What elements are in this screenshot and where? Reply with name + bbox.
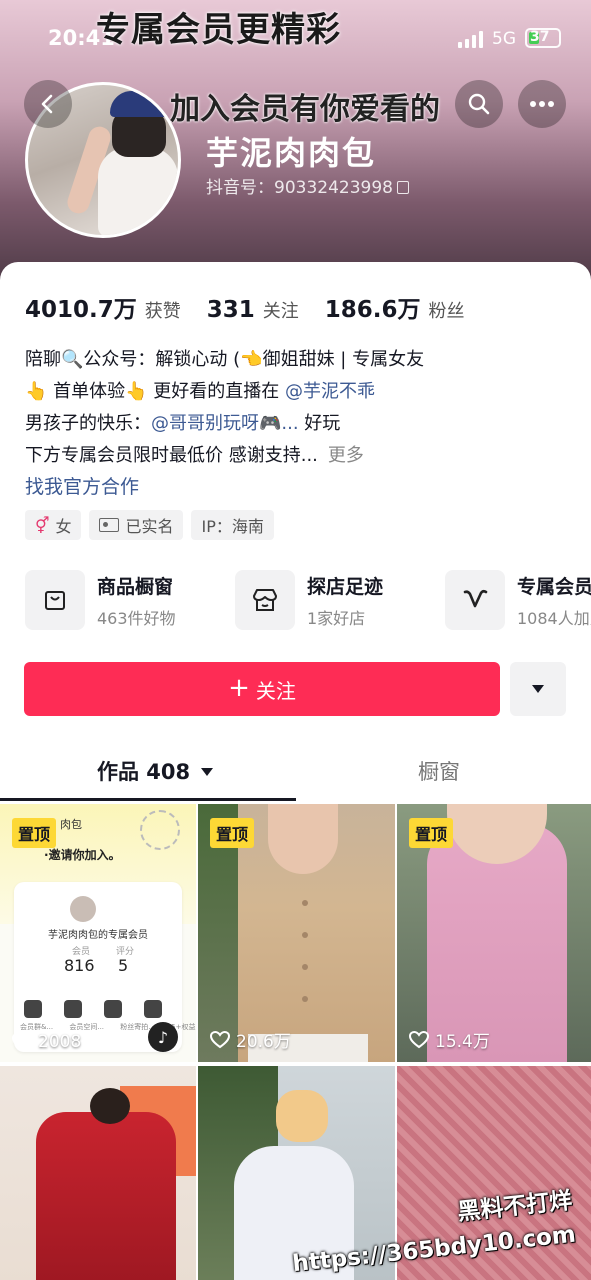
- bio-line: 下方专属会员限时最低价 感谢支持... 更多: [25, 440, 585, 472]
- search-button[interactable]: [455, 80, 503, 128]
- feature-subtitle: 1084人加入: [517, 608, 591, 628]
- video-likes: 15.4万: [409, 1027, 490, 1052]
- back-button[interactable]: [24, 80, 72, 128]
- stat-label: 关注: [262, 301, 299, 322]
- tab-works-label: 作品 408: [97, 760, 191, 784]
- battery-icon: 37: [525, 28, 561, 48]
- pinned-badge: 置顶: [12, 818, 57, 848]
- plus-icon: +: [228, 672, 250, 703]
- feature-subtitle: 1家好店: [307, 608, 366, 628]
- tag-label: 已实名: [125, 517, 174, 536]
- feature-list: 商品橱窗 463件好物 探店足迹 1家好店 专属会员 1084人加入: [25, 570, 591, 630]
- bio-line: 👆 首单体验👆 更好看的直播在 @芋泥不乖: [25, 376, 585, 408]
- tag-gender: ⚥ 女: [25, 510, 82, 540]
- feature-title: 探店足迹: [307, 575, 384, 598]
- douyin-id[interactable]: 抖音号：90332423998: [206, 173, 409, 198]
- douyin-id-text: 抖音号：90332423998: [206, 178, 393, 198]
- promo-title-overlay: 专属会员更精彩: [96, 10, 341, 50]
- network-label: 5G: [492, 29, 516, 49]
- video-likes: 2008: [12, 1032, 81, 1052]
- pinned-badge: 置顶: [409, 818, 454, 848]
- store-icon: [235, 570, 295, 630]
- stat-value: 4010.7万: [25, 297, 137, 323]
- bio-line: 陪聊🔍公众号：解锁心动 (👈御姐甜妹 | 专属女友: [25, 349, 425, 370]
- profile-nickname: 芋泥肉肉包: [206, 134, 377, 172]
- feature-title: 商品橱窗: [97, 575, 174, 598]
- card-invite: ·邀请你加入。: [44, 848, 121, 862]
- card-vip-title: 芋泥肉肉包的专属会员: [48, 930, 148, 941]
- stat-following[interactable]: 331 关注: [207, 297, 299, 323]
- video-thumbnail[interactable]: 置顶 20.6万: [198, 804, 395, 1062]
- copy-icon[interactable]: [396, 181, 409, 194]
- caret-down-icon: [532, 685, 544, 693]
- signal-icon: [458, 30, 483, 48]
- card-score: 5: [118, 956, 129, 975]
- tag-ip: IP：海南: [191, 510, 274, 540]
- card-brand: 肉包: [60, 818, 82, 831]
- promo-subtitle-overlay: 加入会员有你爱看的: [170, 92, 440, 127]
- bio-more-link[interactable]: 更多: [328, 445, 364, 466]
- more-dots-icon: [530, 101, 554, 107]
- vip-v-icon: [445, 570, 505, 630]
- profile-tabs: 作品 408 橱窗: [0, 742, 591, 802]
- follow-label: 关注: [255, 678, 296, 703]
- stat-value: 186.6万: [324, 297, 421, 323]
- stat-likes[interactable]: 4010.7万 获赞: [25, 290, 181, 324]
- video-likes-count: 2008: [38, 1032, 82, 1052]
- profile-tags: ⚥ 女 已实名 IP：海南: [25, 510, 274, 540]
- mention-link[interactable]: @芋泥不乖: [285, 381, 375, 402]
- caret-down-icon: [201, 768, 214, 776]
- tab-works[interactable]: 作品 408: [97, 756, 214, 786]
- search-icon: [468, 93, 490, 115]
- more-button[interactable]: [518, 80, 566, 128]
- bio-text: 下方专属会员限时最低价 感谢支持...: [25, 445, 318, 466]
- official-cooperation-link[interactable]: 找我官方合作: [25, 472, 139, 499]
- video-thumbnail[interactable]: [0, 1066, 196, 1280]
- sparkle-icon: [140, 810, 180, 850]
- profile-stats: 4010.7万 获赞 331 关注 186.6万 粉丝: [25, 290, 491, 324]
- bio-text: 男孩子的快乐：: [25, 413, 151, 434]
- heart-icon: [409, 1030, 429, 1048]
- video-thumbnail[interactable]: 肉包 ·邀请你加入。 芋泥肉肉包的专属会员 会员 评分 816 5 会员群&..…: [0, 804, 196, 1062]
- mention-link[interactable]: @哥哥别玩呀🎮...: [151, 413, 299, 434]
- avatar: [70, 896, 96, 922]
- video-likes-count: 20.6万: [236, 1032, 291, 1052]
- follow-dropdown-button[interactable]: [510, 662, 566, 716]
- follow-button[interactable]: + 关注: [24, 662, 500, 716]
- tag-verified: 已实名: [89, 510, 184, 540]
- feature-subtitle: 463件好物: [97, 608, 176, 628]
- bio-line: 男孩子的快乐：@哥哥别玩呀🎮... 好玩: [25, 408, 585, 440]
- video-likes-count: 15.4万: [435, 1032, 490, 1052]
- stat-label: 粉丝: [428, 301, 465, 322]
- stat-value: 331: [206, 297, 255, 323]
- stat-label: 获赞: [144, 301, 181, 322]
- tab-underline: [0, 798, 296, 801]
- tiktok-logo-icon: ♪: [148, 1022, 178, 1052]
- card-icon-row: [24, 1000, 162, 1018]
- video-likes: 20.6万: [210, 1027, 291, 1052]
- profile-bio: 陪聊🔍公众号：解锁心动 (👈御姐甜妹 | 专属女友 👆 首单体验👆 更好看的直播…: [25, 344, 585, 472]
- heart-icon: [210, 1030, 230, 1048]
- chevron-left-icon: [41, 94, 53, 114]
- female-icon: ⚥: [35, 515, 50, 535]
- pinned-badge: 置顶: [210, 818, 255, 848]
- feature-shop-window[interactable]: 商品橱窗 463件好物: [25, 570, 211, 630]
- tag-label: 女: [55, 517, 72, 536]
- bag-icon: [25, 570, 85, 630]
- feature-membership[interactable]: 专属会员 1084人加入: [445, 570, 591, 630]
- tag-label: IP：海南: [201, 517, 264, 536]
- bio-text: 好玩: [298, 413, 341, 434]
- tab-shop-window[interactable]: 橱窗: [418, 756, 460, 786]
- video-thumbnail[interactable]: 置顶 15.4万: [397, 804, 591, 1062]
- battery-percent: 37: [530, 29, 550, 45]
- card-members: 816: [64, 956, 95, 975]
- stat-followers[interactable]: 186.6万 粉丝: [325, 290, 465, 324]
- id-card-icon: [99, 518, 120, 532]
- feature-store-visits[interactable]: 探店足迹 1家好店: [235, 570, 421, 630]
- feature-row: 商品橱窗 463件好物 探店足迹 1家好店 专属会员 1084人加入: [0, 560, 591, 640]
- heart-icon: [12, 1033, 32, 1051]
- bio-text: 👆 首单体验👆 更好看的直播在: [25, 381, 285, 402]
- feature-title: 专属会员: [517, 575, 591, 598]
